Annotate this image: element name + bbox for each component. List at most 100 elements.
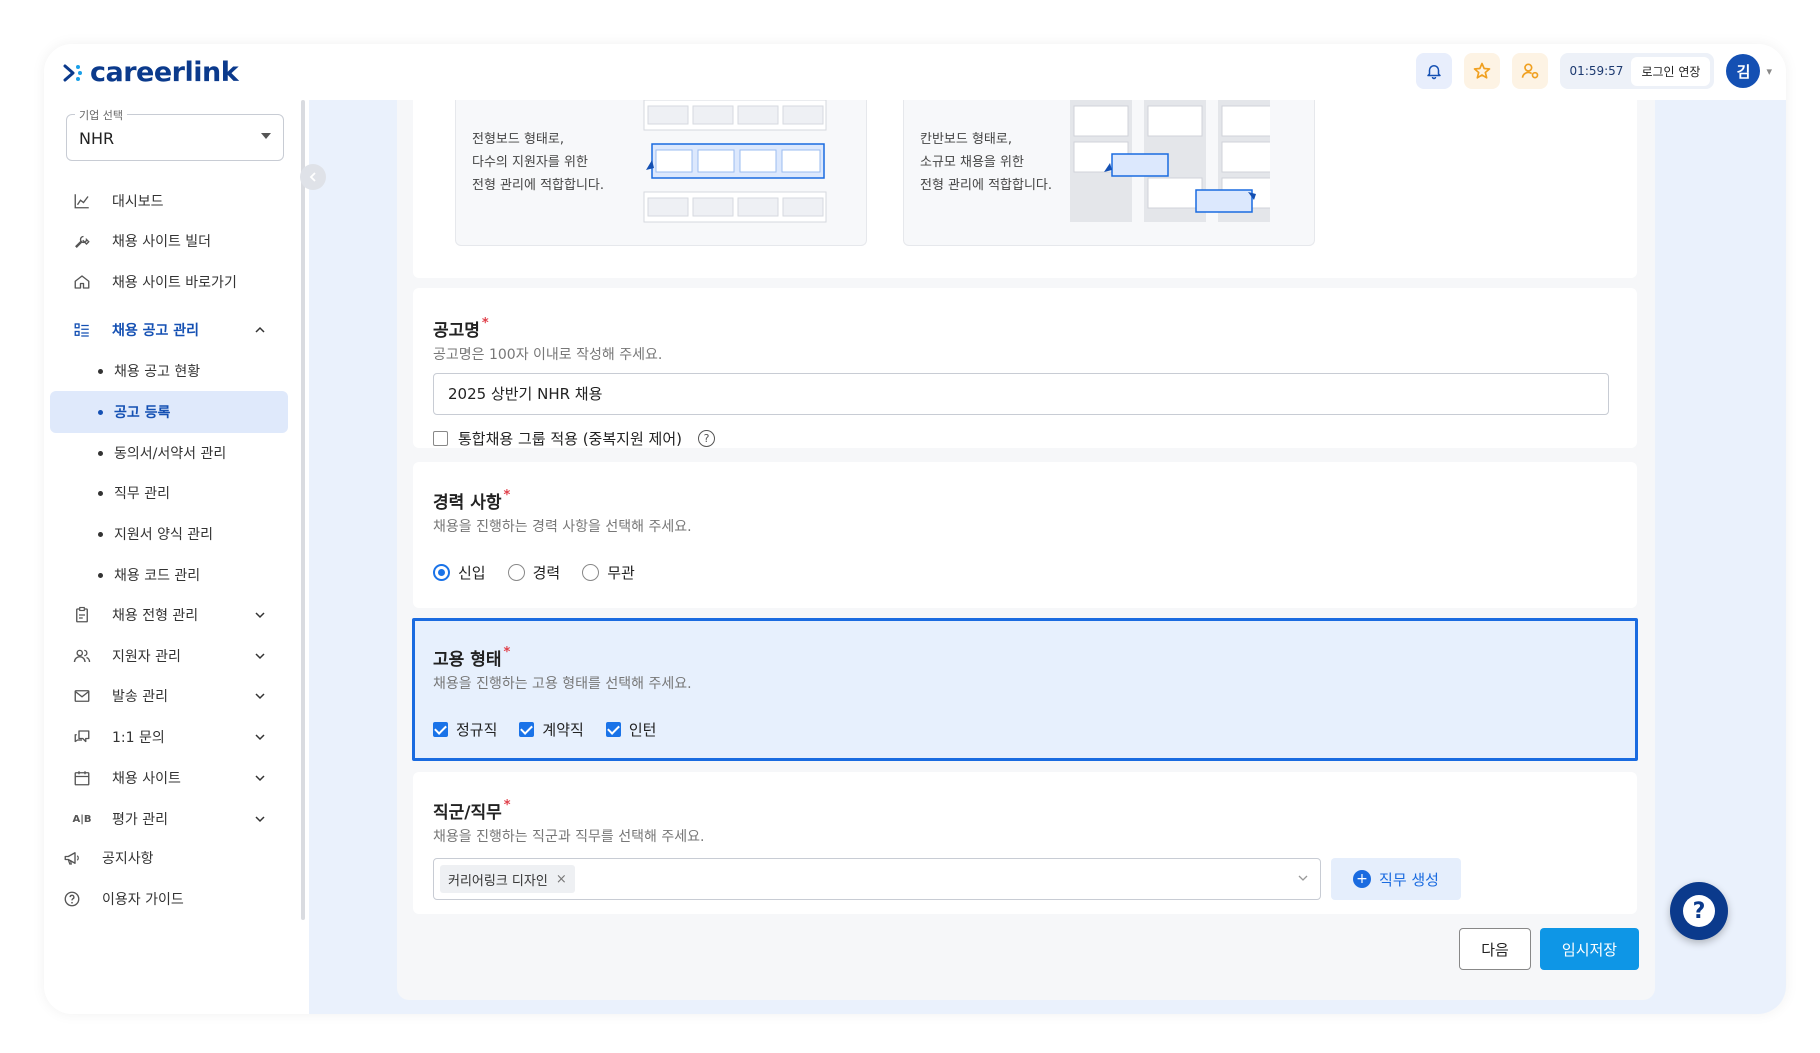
board-option-description: 칸반보드 형태로, 소규모 채용을 위한 전형 관리에 적합합니다.: [920, 128, 1052, 197]
sidebar-item-dashboard[interactable]: 대시보드: [44, 181, 309, 221]
sidebar-collapse-button[interactable]: [300, 164, 326, 190]
sidebar-item-stage[interactable]: 채용 전형 관리: [44, 595, 309, 635]
sidebar-item-site-shortcut[interactable]: 채용 사이트 바로가기: [44, 262, 309, 302]
help-icon[interactable]: ?: [697, 430, 715, 447]
chevron-down-icon: [255, 775, 265, 782]
sidebar: 기업 선택 NHR 대시보드 채용 사이트 빌더 채용 사이트 바로가기 채용 …: [44, 100, 309, 1014]
chat-icon: [72, 727, 92, 747]
sidebar-subitem-label: 지원서 양식 관리: [114, 527, 214, 543]
employment-field-label: 고용 형태 *: [433, 645, 510, 670]
sidebar-item-delivery[interactable]: 발송 관리: [44, 676, 309, 716]
employment-option-intern[interactable]: 인턴: [605, 719, 656, 740]
sidebar-subitem-application-form[interactable]: 지원서 양식 관리: [50, 513, 288, 555]
help-fab-button[interactable]: ?: [1670, 882, 1728, 940]
header-actions: 01:59:57 로그인 연장 김 ▾: [1415, 53, 1772, 89]
user-menu[interactable]: 김 ▾: [1726, 54, 1772, 88]
people-icon: [72, 646, 92, 666]
board-option-kanban[interactable]: 칸반보드 형태로, 소규모 채용을 위한 전형 관리에 적합합니다.: [903, 100, 1315, 246]
title-section: 공고명 * 공고명은 100자 이내로 작성해 주세요. 2025 상반기 NHR…: [413, 288, 1637, 448]
job-chip: 커리어링크 디자인 ×: [440, 865, 575, 893]
top-header: careerlink 01:59:57 로그인 연장 김 ▾: [44, 44, 1786, 100]
sidebar-item-label: 채용 공고 관리: [112, 323, 200, 339]
sidebar-item-label: 지원자 관리: [112, 649, 181, 665]
employment-option-fulltime[interactable]: 정규직: [433, 719, 497, 740]
sidebar-subitem-code[interactable]: 채용 코드 관리: [50, 554, 288, 596]
group-apply-row: 통합채용 그룹 적용 (중복지원 제어) ?: [433, 428, 715, 449]
sidebar-subitem-posting-status[interactable]: 채용 공고 현황: [50, 350, 288, 392]
close-icon[interactable]: ×: [556, 872, 567, 887]
avatar[interactable]: 김: [1726, 54, 1761, 88]
checkbox-label: 정규직: [456, 721, 498, 739]
checkbox[interactable]: [605, 722, 621, 737]
employment-options: 정규직 계약직 인턴: [433, 719, 668, 740]
logo[interactable]: careerlink: [62, 57, 239, 88]
required-mark: *: [481, 316, 489, 331]
radio-button[interactable]: [433, 564, 450, 581]
sidebar-item-guide[interactable]: 이용자 가이드: [44, 879, 309, 919]
board-desc-line: 칸반보드 형태로,: [920, 132, 1012, 147]
profile-settings-button[interactable]: [1511, 53, 1548, 89]
radio-button[interactable]: [582, 564, 600, 581]
checkbox[interactable]: [519, 722, 535, 737]
radio-button[interactable]: [507, 564, 525, 581]
job-field-label: 직군/직무 *: [433, 798, 511, 823]
temp-save-button[interactable]: 임시저장: [1540, 928, 1639, 970]
star-icon: [1473, 62, 1490, 79]
field-label-text: 공고명: [433, 321, 480, 341]
chevron-down-icon: [1298, 875, 1308, 881]
bullet: [98, 531, 103, 537]
radio-label: 신입: [458, 564, 486, 582]
sidebar-item-label: 공지사항: [102, 851, 154, 867]
sidebar-item-notice[interactable]: 공지사항: [44, 838, 309, 878]
extend-login-button[interactable]: 로그인 연장: [1631, 56, 1711, 86]
sidebar-item-applicants[interactable]: 지원자 관리: [44, 636, 309, 676]
session-box: 01:59:57 로그인 연장: [1559, 53, 1715, 89]
form-card: 전형보드 형태로, 다수의 지원자를 위한 전형 관리에 적합합니다. 칸반보드…: [397, 100, 1655, 1000]
next-button[interactable]: 다음: [1459, 928, 1531, 970]
chevron-down-icon: [255, 693, 265, 700]
career-option-experienced[interactable]: 경력: [507, 562, 560, 583]
board-type-section: 전형보드 형태로, 다수의 지원자를 위한 전형 관리에 적합합니다. 칸반보드…: [413, 100, 1637, 278]
app-window: careerlink 01:59:57 로그인 연장 김 ▾ 기업 선택 NHR…: [44, 44, 1786, 1014]
dropdown-arrow-icon: [261, 133, 271, 139]
create-job-button[interactable]: + 직무 생성: [1331, 858, 1461, 900]
board-option-stage[interactable]: 전형보드 형태로, 다수의 지원자를 위한 전형 관리에 적합합니다.: [455, 100, 867, 246]
question-icon: ?: [1683, 895, 1715, 927]
job-section: 직군/직무 * 채용을 진행하는 직군과 직무를 선택해 주세요. 커리어링크 디…: [413, 772, 1637, 914]
bullet: [98, 368, 103, 374]
logo-text: careerlink: [90, 57, 239, 88]
favorites-button[interactable]: [1463, 53, 1500, 89]
sidebar-item-recruit-site[interactable]: 채용 사이트: [44, 758, 309, 798]
bullet: [98, 490, 103, 496]
job-select[interactable]: 커리어링크 디자인 ×: [433, 858, 1321, 900]
sidebar-subitem-label: 직무 관리: [114, 486, 170, 502]
company-select-value: NHR: [79, 129, 115, 148]
bullet: [98, 572, 103, 578]
sidebar-subitem-job[interactable]: 직무 관리: [50, 472, 288, 514]
notification-button[interactable]: [1415, 53, 1452, 89]
sidebar-subitem-consent[interactable]: 동의서/서약서 관리: [50, 432, 288, 474]
board-desc-line: 다수의 지원자를 위한: [472, 155, 588, 170]
career-field-help: 채용을 진행하는 경력 사항을 선택해 주세요.: [433, 519, 692, 535]
sidebar-item-site-builder[interactable]: 채용 사이트 빌더: [44, 221, 309, 261]
employment-field-help: 채용을 진행하는 고용 형태를 선택해 주세요.: [433, 676, 692, 692]
chevron-down-icon: [255, 653, 265, 660]
sidebar-item-job-posting[interactable]: 채용 공고 관리: [44, 310, 309, 350]
sidebar-item-evaluation[interactable]: A|B 평가 관리: [44, 799, 309, 839]
career-option-any[interactable]: 무관: [582, 562, 635, 583]
career-option-new[interactable]: 신입: [433, 562, 486, 583]
sidebar-subitem-posting-register[interactable]: 공고 등록: [50, 391, 288, 433]
plus-icon: +: [1353, 870, 1372, 888]
career-field-label: 경력 사항 *: [433, 488, 510, 513]
job-chip-label: 커리어링크 디자인: [448, 873, 548, 889]
chevron-down-icon: ▾: [1766, 64, 1772, 78]
chevron-up-icon: [255, 326, 265, 333]
checkbox[interactable]: [433, 722, 448, 737]
sidebar-item-inquiry[interactable]: 1:1 문의: [44, 717, 309, 757]
company-select[interactable]: 기업 선택 NHR: [66, 107, 284, 161]
group-apply-checkbox[interactable]: [433, 431, 448, 446]
required-mark: *: [503, 488, 511, 503]
posting-title-input[interactable]: 2025 상반기 NHR 채용: [433, 373, 1609, 415]
board-desc-line: 전형 관리에 적합합니다.: [472, 178, 604, 193]
employment-option-contract[interactable]: 계약직: [519, 719, 584, 740]
